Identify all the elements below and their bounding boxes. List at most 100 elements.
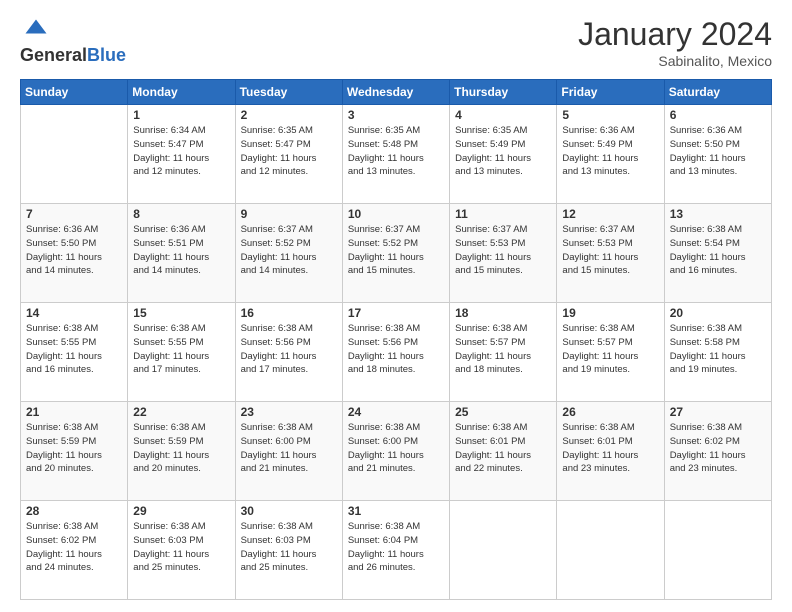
calendar-day-cell: 18Sunrise: 6:38 AMSunset: 5:57 PMDayligh… (450, 303, 557, 402)
day-number: 20 (670, 306, 766, 320)
calendar-day-cell: 7 Sunrise: 6:36 AMSunset: 5:50 PMDaylight… (21, 204, 128, 303)
day-of-week-header: Saturday (664, 80, 771, 105)
day-info: Sunrise: 6:36 AMSunset: 5:50 PMDaylight:… (670, 124, 766, 179)
day-info: Sunrise: 6:36 AMSunset: 5:51 PMDaylight:… (133, 223, 229, 278)
calendar-day-cell: 4Sunrise: 6:35 AMSunset: 5:49 PMDaylight… (450, 105, 557, 204)
day-info: Sunrise: 6:38 AMSunset: 5:57 PMDaylight:… (455, 322, 551, 377)
calendar-day-cell: 9Sunrise: 6:37 AMSunset: 5:52 PMDaylight… (235, 204, 342, 303)
calendar-week-row: 21 Sunrise: 6:38 AMSunset: 5:59 PMDayligh… (21, 402, 772, 501)
title-block: January 2024 Sabinalito, Mexico (578, 16, 772, 69)
day-number: 25 (455, 405, 551, 419)
day-number: 17 (348, 306, 444, 320)
day-number: 1 (133, 108, 229, 122)
day-number: 27 (670, 405, 766, 419)
day-info: Sunrise: 6:36 AMSunset: 5:49 PMDaylight:… (562, 124, 658, 179)
day-of-week-header: Monday (128, 80, 235, 105)
calendar-week-row: 1 Sunrise: 6:34 AMSunset: 5:47 PMDaylight… (21, 105, 772, 204)
calendar-day-cell: 21 Sunrise: 6:38 AMSunset: 5:59 PMDayligh… (21, 402, 128, 501)
calendar-day-cell: 8 Sunrise: 6:36 AMSunset: 5:51 PMDaylight… (128, 204, 235, 303)
day-info: Sunrise: 6:38 AMSunset: 6:03 PMDaylight:… (133, 520, 229, 575)
day-info: Sunrise: 6:37 AMSunset: 5:53 PMDaylight:… (455, 223, 551, 278)
page: General Blue January 2024 Sabinalito, Me… (0, 0, 792, 612)
calendar-day-cell: 13 Sunrise: 6:38 AMSunset: 5:54 PMDayligh… (664, 204, 771, 303)
day-info: Sunrise: 6:36 AMSunset: 5:50 PMDaylight:… (26, 223, 122, 278)
calendar-week-row: 14 Sunrise: 6:38 AMSunset: 5:55 PMDayligh… (21, 303, 772, 402)
day-number: 22 (133, 405, 229, 419)
calendar-day-cell: 1 Sunrise: 6:34 AMSunset: 5:47 PMDaylight… (128, 105, 235, 204)
calendar-day-cell: 24 Sunrise: 6:38 AMSunset: 6:00 PMDayligh… (342, 402, 449, 501)
day-info: Sunrise: 6:38 AMSunset: 5:59 PMDaylight:… (26, 421, 122, 476)
day-info: Sunrise: 6:38 AMSunset: 6:02 PMDaylight:… (26, 520, 122, 575)
day-number: 23 (241, 405, 337, 419)
day-number: 10 (348, 207, 444, 221)
day-info: Sunrise: 6:38 AMSunset: 6:00 PMDaylight:… (241, 421, 337, 476)
calendar-day-cell: 22Sunrise: 6:38 AMSunset: 5:59 PMDayligh… (128, 402, 235, 501)
day-info: Sunrise: 6:37 AMSunset: 5:52 PMDaylight:… (241, 223, 337, 278)
day-info: Sunrise: 6:38 AMSunset: 5:58 PMDaylight:… (670, 322, 766, 377)
calendar-day-cell: 26 Sunrise: 6:38 AMSunset: 6:01 PMDayligh… (557, 402, 664, 501)
day-number: 26 (562, 405, 658, 419)
calendar-day-cell (450, 501, 557, 600)
day-info: Sunrise: 6:38 AMSunset: 6:04 PMDaylight:… (348, 520, 444, 575)
day-number: 3 (348, 108, 444, 122)
day-number: 29 (133, 504, 229, 518)
day-number: 2 (241, 108, 337, 122)
day-of-week-header: Sunday (21, 80, 128, 105)
header: General Blue January 2024 Sabinalito, Me… (20, 16, 772, 69)
day-number: 24 (348, 405, 444, 419)
day-number: 8 (133, 207, 229, 221)
calendar-day-cell: 16Sunrise: 6:38 AMSunset: 5:56 PMDayligh… (235, 303, 342, 402)
day-of-week-header: Tuesday (235, 80, 342, 105)
day-info: Sunrise: 6:38 AMSunset: 6:00 PMDaylight:… (348, 421, 444, 476)
day-info: Sunrise: 6:38 AMSunset: 6:01 PMDaylight:… (455, 421, 551, 476)
day-info: Sunrise: 6:38 AMSunset: 5:54 PMDaylight:… (670, 223, 766, 278)
day-number: 31 (348, 504, 444, 518)
logo: General Blue (20, 16, 126, 64)
day-number: 6 (670, 108, 766, 122)
day-number: 7 (26, 207, 122, 221)
calendar-day-cell: 28 Sunrise: 6:38 AMSunset: 6:02 PMDayligh… (21, 501, 128, 600)
calendar-day-cell: 11Sunrise: 6:37 AMSunset: 5:53 PMDayligh… (450, 204, 557, 303)
calendar-day-cell: 20 Sunrise: 6:38 AMSunset: 5:58 PMDayligh… (664, 303, 771, 402)
calendar-week-row: 28 Sunrise: 6:38 AMSunset: 6:02 PMDayligh… (21, 501, 772, 600)
day-number: 30 (241, 504, 337, 518)
day-number: 13 (670, 207, 766, 221)
day-number: 12 (562, 207, 658, 221)
logo-blue-text: Blue (87, 46, 126, 64)
day-info: Sunrise: 6:35 AMSunset: 5:48 PMDaylight:… (348, 124, 444, 179)
calendar-header-row: SundayMondayTuesdayWednesdayThursdayFrid… (21, 80, 772, 105)
logo-general-text: General (20, 46, 87, 64)
day-info: Sunrise: 6:35 AMSunset: 5:49 PMDaylight:… (455, 124, 551, 179)
calendar-day-cell (664, 501, 771, 600)
day-number: 19 (562, 306, 658, 320)
calendar-day-cell (557, 501, 664, 600)
day-info: Sunrise: 6:38 AMSunset: 6:01 PMDaylight:… (562, 421, 658, 476)
calendar-day-cell: 25 Sunrise: 6:38 AMSunset: 6:01 PMDayligh… (450, 402, 557, 501)
calendar-day-cell: 14 Sunrise: 6:38 AMSunset: 5:55 PMDayligh… (21, 303, 128, 402)
day-of-week-header: Thursday (450, 80, 557, 105)
calendar-day-cell: 12 Sunrise: 6:37 AMSunset: 5:53 PMDayligh… (557, 204, 664, 303)
location-subtitle: Sabinalito, Mexico (578, 53, 772, 69)
day-info: Sunrise: 6:35 AMSunset: 5:47 PMDaylight:… (241, 124, 337, 179)
logo-icon (22, 16, 50, 44)
calendar-day-cell: 30Sunrise: 6:38 AMSunset: 6:03 PMDayligh… (235, 501, 342, 600)
day-of-week-header: Wednesday (342, 80, 449, 105)
calendar-day-cell: 2 Sunrise: 6:35 AMSunset: 5:47 PMDaylight… (235, 105, 342, 204)
day-info: Sunrise: 6:38 AMSunset: 5:57 PMDaylight:… (562, 322, 658, 377)
calendar-day-cell (21, 105, 128, 204)
day-number: 28 (26, 504, 122, 518)
day-info: Sunrise: 6:38 AMSunset: 5:56 PMDaylight:… (241, 322, 337, 377)
day-number: 21 (26, 405, 122, 419)
day-info: Sunrise: 6:38 AMSunset: 5:55 PMDaylight:… (26, 322, 122, 377)
day-number: 14 (26, 306, 122, 320)
calendar-day-cell: 17Sunrise: 6:38 AMSunset: 5:56 PMDayligh… (342, 303, 449, 402)
calendar-day-cell: 31 Sunrise: 6:38 AMSunset: 6:04 PMDayligh… (342, 501, 449, 600)
calendar-day-cell: 3 Sunrise: 6:35 AMSunset: 5:48 PMDaylight… (342, 105, 449, 204)
month-title: January 2024 (578, 16, 772, 53)
day-info: Sunrise: 6:37 AMSunset: 5:53 PMDaylight:… (562, 223, 658, 278)
calendar-week-row: 7 Sunrise: 6:36 AMSunset: 5:50 PMDaylight… (21, 204, 772, 303)
calendar-day-cell: 5Sunrise: 6:36 AMSunset: 5:49 PMDaylight… (557, 105, 664, 204)
day-info: Sunrise: 6:34 AMSunset: 5:47 PMDaylight:… (133, 124, 229, 179)
calendar-day-cell: 15Sunrise: 6:38 AMSunset: 5:55 PMDayligh… (128, 303, 235, 402)
day-info: Sunrise: 6:37 AMSunset: 5:52 PMDaylight:… (348, 223, 444, 278)
